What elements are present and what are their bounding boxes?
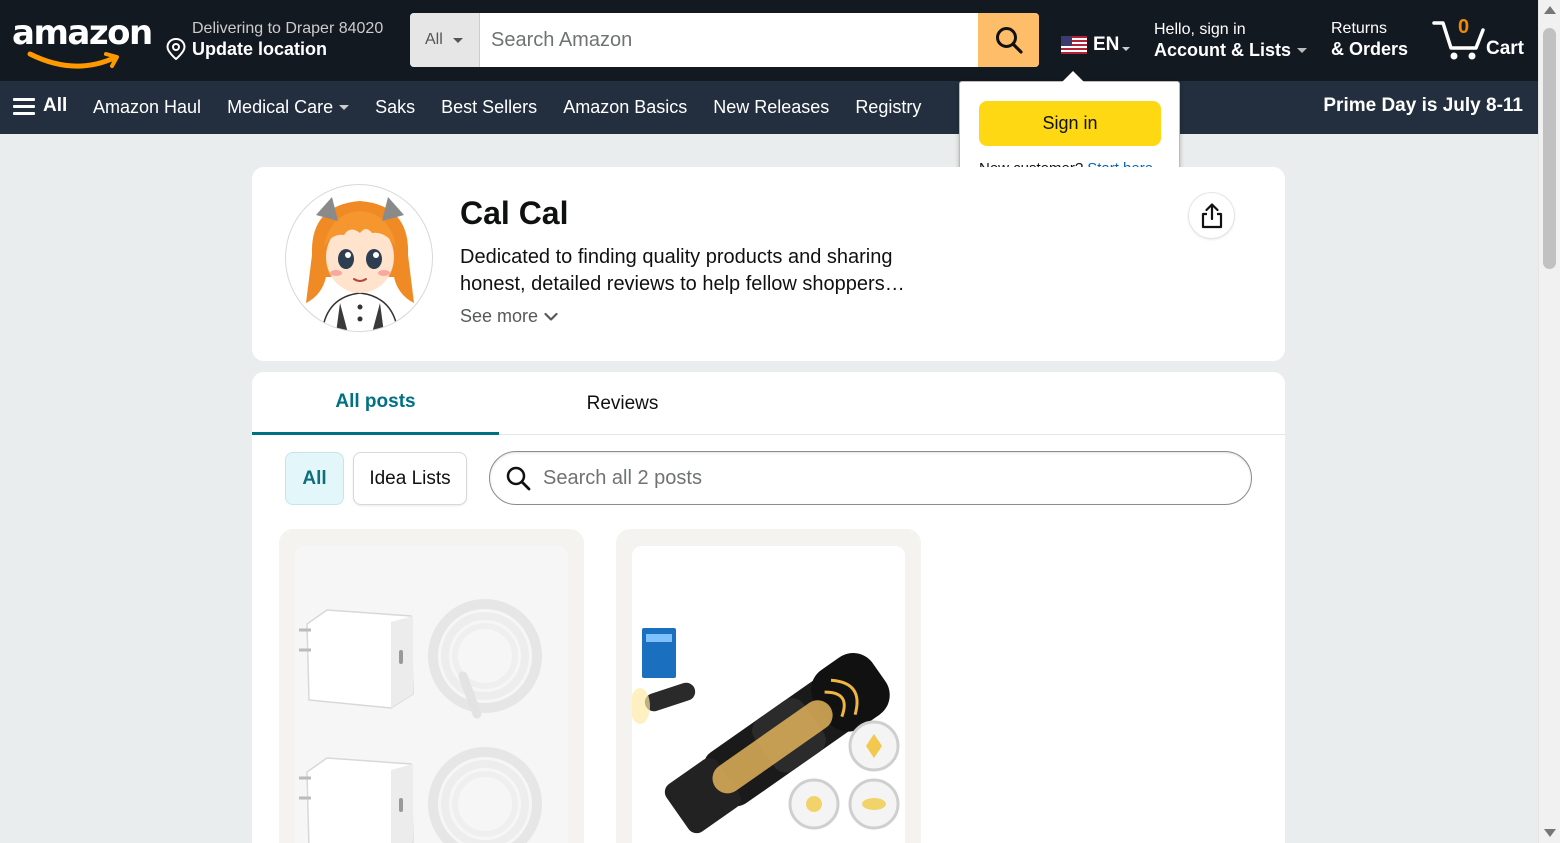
charger-product-image	[295, 546, 568, 843]
account-lists-label: Account & Lists	[1154, 40, 1308, 61]
tab-reviews[interactable]: Reviews	[499, 372, 746, 435]
search-department-select[interactable]: All	[410, 13, 480, 67]
nav-link-label: Medical Care	[227, 97, 334, 117]
returns-orders-link[interactable]: Returns & Orders	[1331, 19, 1408, 60]
cart-button[interactable]: 0 Cart	[1432, 14, 1532, 64]
scroll-up-arrow-icon[interactable]	[1544, 6, 1556, 14]
account-lists-text: Account & Lists	[1154, 40, 1292, 60]
posts-card: All posts Reviews All Idea Lists	[252, 372, 1285, 843]
profile-name: Cal Cal	[460, 195, 569, 231]
posts-tabs: All posts Reviews	[252, 372, 1285, 435]
nav-link-saks[interactable]: Saks	[362, 97, 428, 118]
delivery-location[interactable]: Delivering to Draper 84020 Update locati…	[166, 18, 402, 64]
location-pin-icon	[166, 38, 186, 60]
language-code: EN	[1093, 34, 1120, 55]
avatar	[285, 184, 433, 332]
account-lists-menu[interactable]: Hello, sign in Account & Lists	[1154, 20, 1308, 61]
delivery-line1: Delivering to Draper 84020	[192, 20, 384, 37]
hamburger-icon	[13, 97, 35, 115]
see-more-button[interactable]: See more	[460, 306, 558, 327]
nav-link-amazon-haul[interactable]: Amazon Haul	[80, 97, 214, 118]
sign-in-button[interactable]: Sign in	[979, 101, 1161, 146]
nav-link-new-releases[interactable]: New Releases	[700, 97, 842, 118]
orders-label: & Orders	[1331, 39, 1409, 59]
nav-link-registry[interactable]: Registry	[842, 97, 934, 118]
page-scrollbar[interactable]	[1538, 0, 1560, 843]
post-image-chargers[interactable]	[295, 546, 568, 843]
chevron-down-icon	[339, 105, 350, 110]
search-icon	[995, 27, 1023, 54]
update-location-label: Update location	[192, 39, 328, 59]
posts-search-input[interactable]	[543, 466, 1223, 490]
search-icon	[506, 466, 531, 491]
department-label: All	[425, 31, 443, 48]
prime-day-promo[interactable]: Prime Day is July 8-11	[1323, 95, 1523, 117]
nav-link-amazon-basics[interactable]: Amazon Basics	[550, 97, 700, 118]
tab-all-posts[interactable]: All posts	[252, 372, 499, 435]
filter-all[interactable]: All	[285, 452, 344, 505]
language-selector[interactable]: EN	[1061, 30, 1131, 60]
nav-link-best-sellers[interactable]: Best Sellers	[428, 97, 550, 118]
posts-search	[489, 451, 1252, 505]
scrollbar-thumb[interactable]	[1543, 28, 1556, 269]
amazon-logo[interactable]: amazon	[12, 13, 153, 70]
scroll-down-arrow-icon[interactable]	[1544, 829, 1556, 837]
search-button[interactable]	[978, 13, 1039, 67]
avatar-illustration	[306, 197, 414, 331]
all-menu-label: All	[43, 95, 68, 116]
logo-text: amazon	[12, 13, 153, 53]
search-bar: All	[410, 13, 1039, 67]
filter-idea-lists[interactable]: Idea Lists	[353, 452, 467, 505]
secondary-navbar: All Amazon Haul Medical Care Saks Best S…	[0, 81, 1538, 134]
cart-count: 0	[1458, 16, 1470, 38]
chevron-down-icon	[544, 312, 558, 321]
chevron-down-icon	[1122, 47, 1131, 51]
all-menu-button[interactable]: All	[13, 95, 67, 117]
returns-label: Returns	[1331, 20, 1388, 37]
share-button[interactable]	[1189, 193, 1234, 238]
chevron-down-icon	[452, 37, 463, 43]
chevron-down-icon	[1297, 48, 1308, 53]
smile-arrow-icon	[27, 51, 119, 69]
account-greeting: Hello, sign in	[1154, 21, 1246, 38]
nav-links: Amazon Haul Medical Care Saks Best Selle…	[80, 81, 934, 134]
top-navbar: amazon Delivering to Draper 84020 Update…	[0, 0, 1538, 81]
post-image-product[interactable]	[632, 546, 905, 843]
post-card[interactable]	[616, 529, 921, 843]
search-input[interactable]	[480, 13, 978, 67]
profile-card: Cal Cal Dedicated to finding quality pro…	[252, 167, 1285, 361]
share-icon	[1201, 202, 1222, 228]
profile-bio: Dedicated to finding quality products an…	[460, 246, 905, 295]
see-more-label: See more	[460, 306, 539, 326]
us-flag-icon	[1061, 36, 1087, 54]
cart-label: Cart	[1486, 38, 1525, 59]
post-card[interactable]	[279, 529, 584, 843]
product-image	[632, 546, 905, 843]
nav-link-medical-care[interactable]: Medical Care	[214, 97, 362, 118]
